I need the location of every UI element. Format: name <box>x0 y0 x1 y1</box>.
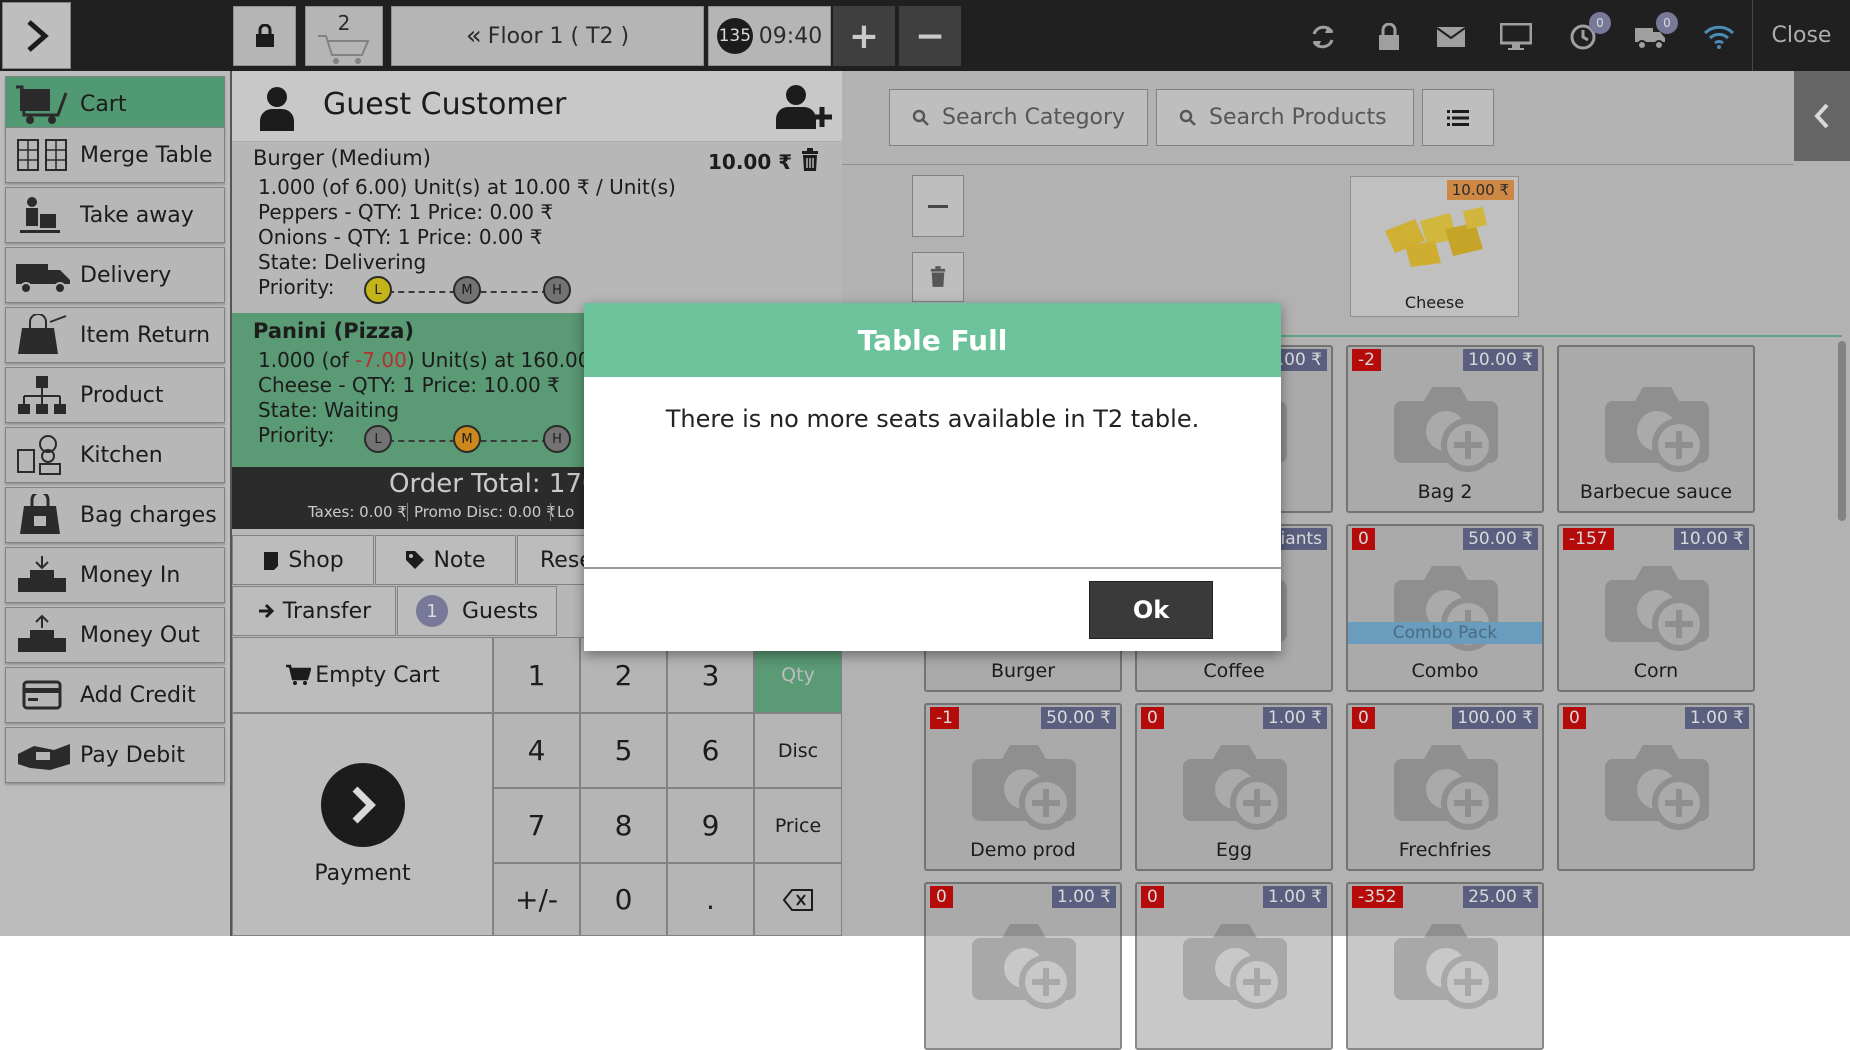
table-full-dialog: Table Full There is no more seats availa… <box>584 303 1281 651</box>
ok-button[interactable]: Ok <box>1089 581 1213 639</box>
dialog-title: Table Full <box>584 303 1281 377</box>
dialog-message: There is no more seats available in T2 t… <box>665 405 1200 433</box>
modal-overlay: Table Full There is no more seats availa… <box>0 0 1850 936</box>
dialog-footer-divider <box>584 567 1281 569</box>
